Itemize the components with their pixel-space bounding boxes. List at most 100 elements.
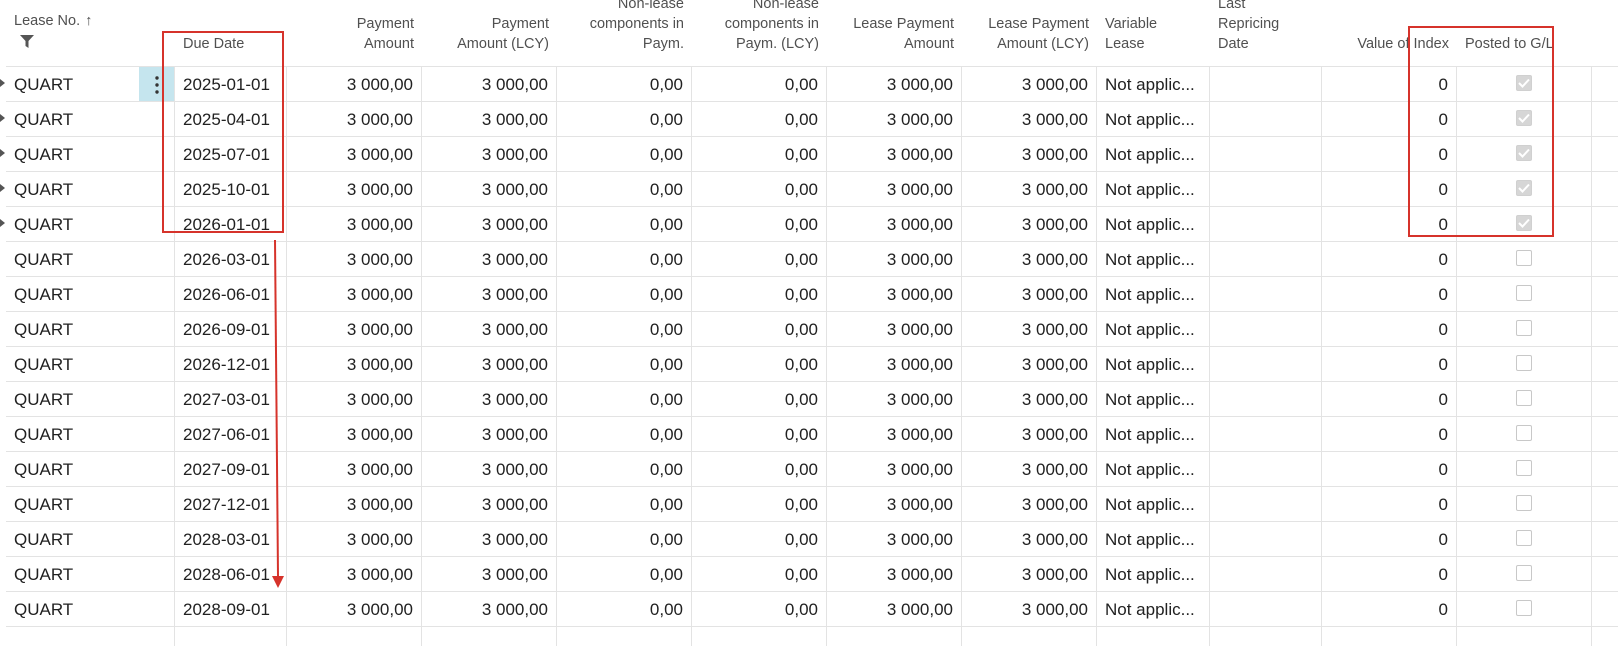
header-posted-to-gl[interactable]: Posted to G/L xyxy=(1457,0,1592,66)
row-menu-button[interactable] xyxy=(139,521,175,556)
last-repricing-date-cell[interactable] xyxy=(1210,521,1322,556)
row-menu-button[interactable] xyxy=(139,276,175,311)
row-selector[interactable] xyxy=(0,416,6,451)
row-menu-button[interactable] xyxy=(139,346,175,381)
lease-no-cell[interactable]: QUART xyxy=(6,346,139,381)
row-menu-button[interactable] xyxy=(139,66,175,101)
lease-payment-amount-cell[interactable]: 3 000,00 xyxy=(827,66,962,101)
lease-payment-amount-lcy-cell[interactable]: 3 000,00 xyxy=(962,591,1097,626)
value-of-index-cell[interactable]: 0 xyxy=(1322,206,1457,241)
payment-amount-lcy-cell[interactable]: 3 000,00 xyxy=(422,276,557,311)
variable-lease-cell[interactable]: Not applic... xyxy=(1097,171,1210,206)
payment-amount-cell[interactable]: 3 000,00 xyxy=(287,101,422,136)
variable-lease-cell[interactable]: Not applic... xyxy=(1097,591,1210,626)
non-lease-lcy-cell[interactable]: 0,00 xyxy=(692,241,827,276)
non-lease-lcy-cell[interactable]: 0,00 xyxy=(692,346,827,381)
lease-payment-amount-lcy-cell[interactable]: 3 000,00 xyxy=(962,66,1097,101)
lease-payment-amount-cell[interactable]: 3 000,00 xyxy=(827,171,962,206)
non-lease-cell[interactable]: 0,00 xyxy=(557,416,692,451)
non-lease-cell[interactable]: 0,00 xyxy=(557,206,692,241)
non-lease-cell[interactable]: 0,00 xyxy=(557,241,692,276)
last-repricing-date-cell[interactable] xyxy=(1210,311,1322,346)
lease-payment-amount-cell[interactable]: 3 000,00 xyxy=(827,381,962,416)
variable-lease-cell[interactable]: Not applic... xyxy=(1097,66,1210,101)
lease-no-cell[interactable]: QUART xyxy=(6,101,139,136)
last-repricing-date-cell[interactable] xyxy=(1210,451,1322,486)
value-of-index-cell[interactable]: 0 xyxy=(1322,486,1457,521)
header-lease-payment-amount-lcy[interactable]: Lease Payment Amount (LCY) xyxy=(962,0,1097,66)
header-variable-lease[interactable]: Variable Lease xyxy=(1097,0,1210,66)
payment-amount-cell[interactable]: 3 000,00 xyxy=(287,311,422,346)
last-repricing-date-cell[interactable] xyxy=(1210,206,1322,241)
last-repricing-date-cell[interactable] xyxy=(1210,591,1322,626)
row-menu-button[interactable] xyxy=(139,591,175,626)
payment-amount-cell[interactable]: 3 000,00 xyxy=(287,66,422,101)
due-date-cell[interactable]: 2027-06-01 xyxy=(175,416,287,451)
last-repricing-date-cell[interactable] xyxy=(1210,556,1322,591)
non-lease-lcy-cell[interactable]: 0,00 xyxy=(692,486,827,521)
header-lease-no[interactable]: Lease No. ↑ xyxy=(6,0,139,66)
value-of-index-cell[interactable]: 0 xyxy=(1322,66,1457,101)
lease-payment-amount-lcy-cell[interactable]: 3 000,00 xyxy=(962,346,1097,381)
posted-to-gl-checkbox[interactable] xyxy=(1516,145,1532,161)
payment-amount-cell[interactable]: 3 000,00 xyxy=(287,206,422,241)
row-selector[interactable] xyxy=(0,101,6,136)
row-selector[interactable] xyxy=(0,591,6,626)
row-selector[interactable] xyxy=(0,521,6,556)
lease-no-cell[interactable]: QUART xyxy=(6,311,139,346)
variable-lease-cell[interactable]: Not applic... xyxy=(1097,486,1210,521)
due-date-cell[interactable]: 2028-03-01 xyxy=(175,521,287,556)
lease-payment-amount-lcy-cell[interactable]: 3 000,00 xyxy=(962,556,1097,591)
last-repricing-date-cell[interactable] xyxy=(1210,416,1322,451)
lease-no-cell[interactable]: QUART xyxy=(6,241,139,276)
lease-no-cell[interactable]: QUART xyxy=(6,556,139,591)
lease-payment-amount-lcy-cell[interactable]: 3 000,00 xyxy=(962,206,1097,241)
posted-to-gl-checkbox[interactable] xyxy=(1516,285,1532,301)
variable-lease-cell[interactable]: Not applic... xyxy=(1097,206,1210,241)
lease-payment-amount-lcy-cell[interactable]: 3 000,00 xyxy=(962,521,1097,556)
payment-amount-cell[interactable]: 3 000,00 xyxy=(287,276,422,311)
non-lease-cell[interactable]: 0,00 xyxy=(557,381,692,416)
payment-amount-lcy-cell[interactable]: 3 000,00 xyxy=(422,171,557,206)
due-date-cell[interactable]: 2026-09-01 xyxy=(175,311,287,346)
payment-amount-cell[interactable]: 3 000,00 xyxy=(287,591,422,626)
non-lease-cell[interactable]: 0,00 xyxy=(557,451,692,486)
posted-to-gl-checkbox[interactable] xyxy=(1516,215,1532,231)
non-lease-cell[interactable]: 0,00 xyxy=(557,591,692,626)
payment-amount-lcy-cell[interactable]: 3 000,00 xyxy=(422,311,557,346)
payment-amount-cell[interactable]: 3 000,00 xyxy=(287,486,422,521)
lease-payment-amount-cell[interactable]: 3 000,00 xyxy=(827,451,962,486)
row-selector[interactable] xyxy=(0,381,6,416)
lease-no-cell[interactable]: QUART xyxy=(6,451,139,486)
row-menu-button[interactable] xyxy=(139,556,175,591)
row-selector[interactable] xyxy=(0,556,6,591)
payment-amount-lcy-cell[interactable]: 3 000,00 xyxy=(422,136,557,171)
lease-payment-amount-cell[interactable]: 3 000,00 xyxy=(827,591,962,626)
value-of-index-cell[interactable]: 0 xyxy=(1322,416,1457,451)
due-date-cell[interactable]: 2026-03-01 xyxy=(175,241,287,276)
lease-no-cell[interactable]: QUART xyxy=(6,521,139,556)
last-repricing-date-cell[interactable] xyxy=(1210,66,1322,101)
value-of-index-cell[interactable]: 0 xyxy=(1322,101,1457,136)
payment-amount-lcy-cell[interactable]: 3 000,00 xyxy=(422,486,557,521)
lease-payment-amount-cell[interactable]: 3 000,00 xyxy=(827,486,962,521)
variable-lease-cell[interactable]: Not applic... xyxy=(1097,521,1210,556)
lease-no-cell[interactable]: QUART xyxy=(6,276,139,311)
due-date-cell[interactable]: 2026-01-01 xyxy=(175,206,287,241)
lease-payment-amount-cell[interactable]: 3 000,00 xyxy=(827,416,962,451)
value-of-index-cell[interactable]: 0 xyxy=(1322,276,1457,311)
due-date-cell[interactable]: 2028-06-01 xyxy=(175,556,287,591)
payment-amount-cell[interactable]: 3 000,00 xyxy=(287,346,422,381)
non-lease-lcy-cell[interactable]: 0,00 xyxy=(692,66,827,101)
last-repricing-date-cell[interactable] xyxy=(1210,136,1322,171)
header-payment-amount-lcy[interactable]: Payment Amount (LCY) xyxy=(422,0,557,66)
posted-to-gl-checkbox[interactable] xyxy=(1516,600,1532,616)
lease-payment-amount-lcy-cell[interactable]: 3 000,00 xyxy=(962,241,1097,276)
variable-lease-cell[interactable]: Not applic... xyxy=(1097,101,1210,136)
posted-to-gl-checkbox[interactable] xyxy=(1516,390,1532,406)
due-date-cell[interactable]: 2028-09-01 xyxy=(175,591,287,626)
lease-payment-amount-cell[interactable]: 3 000,00 xyxy=(827,241,962,276)
lease-payment-amount-lcy-cell[interactable]: 3 000,00 xyxy=(962,486,1097,521)
posted-to-gl-checkbox[interactable] xyxy=(1516,180,1532,196)
payment-amount-lcy-cell[interactable]: 3 000,00 xyxy=(422,346,557,381)
